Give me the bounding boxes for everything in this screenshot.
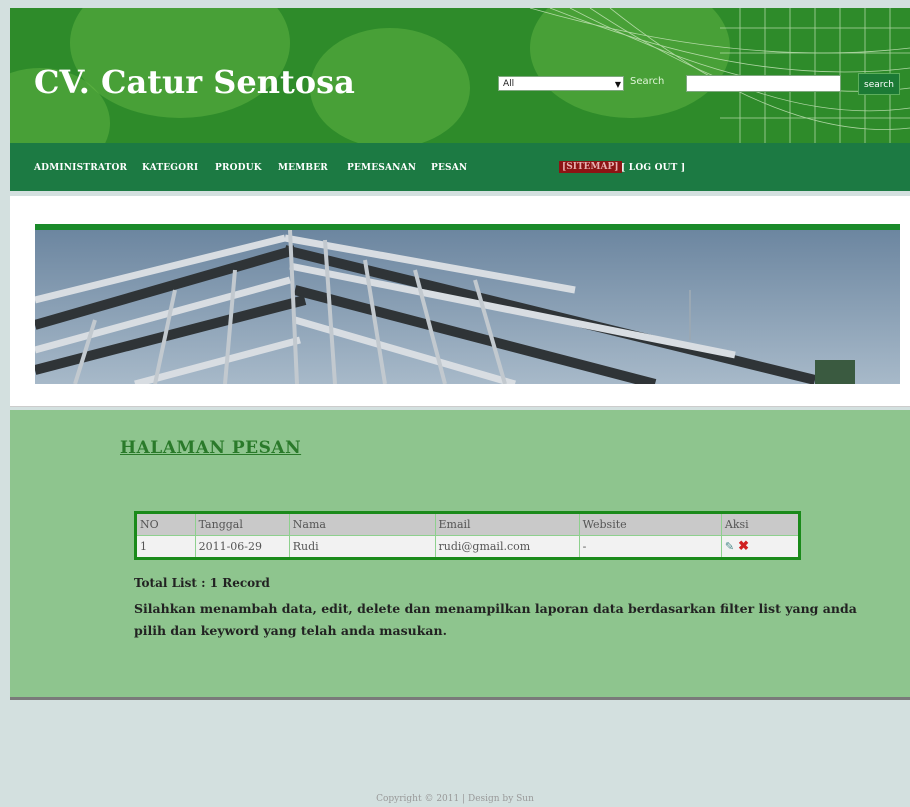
cell-aksi: ✎ ✖: [720, 535, 801, 559]
page-title: HALAMAN PESAN: [120, 438, 302, 458]
banner-image: [35, 230, 900, 384]
cell-tanggal: 2011-06-29: [194, 535, 290, 559]
nav-item-pemesanan[interactable]: PEMESANAN: [347, 163, 416, 173]
cell-website: -: [578, 535, 722, 559]
column-header-nama: Nama: [288, 512, 436, 536]
nav-item-kategori[interactable]: KATEGORI: [142, 163, 198, 173]
cell-no: 1: [135, 535, 196, 559]
table-row: 1 2011-06-29 Rudi rudi@gmail.com - ✎ ✖: [135, 535, 801, 559]
nav-item-sitemap[interactable]: [SITEMAP]: [559, 161, 622, 173]
cell-nama: Rudi: [288, 535, 436, 559]
banner-section: [10, 196, 910, 407]
search-category-select[interactable]: All ▼: [498, 76, 624, 91]
chevron-down-icon: ▼: [614, 80, 621, 89]
main-nav: ADMINISTRATOR KATEGORI PRODUK MEMBER PEM…: [10, 143, 910, 191]
column-header-tanggal: Tanggal: [194, 512, 290, 536]
column-header-aksi: Aksi: [720, 512, 801, 536]
column-header-website: Website: [578, 512, 722, 536]
footer-copyright: Copyright © 2011 | Design by Sun: [376, 794, 534, 804]
search-input[interactable]: [686, 75, 841, 92]
site-header: CV. Catur Sentosa All ▼ Search search: [10, 8, 910, 143]
site-title: CV. Catur Sentosa: [34, 63, 355, 101]
cell-email: rudi@gmail.com: [434, 535, 580, 559]
table-header-row: NO Tanggal Nama Email Website Aksi: [135, 512, 801, 536]
nav-item-administrator[interactable]: ADMINISTRATOR: [34, 163, 127, 173]
column-header-no: NO: [135, 512, 196, 536]
content-area: HALAMAN PESAN NO Tanggal Nama Email Webs…: [10, 410, 910, 700]
nav-item-member[interactable]: MEMBER: [278, 163, 328, 173]
nav-item-produk[interactable]: PRODUK: [215, 163, 262, 173]
column-header-email: Email: [434, 512, 580, 536]
total-records: Total List : 1 Record: [134, 576, 270, 590]
nav-item-pesan[interactable]: PESAN: [431, 163, 467, 173]
search-label: Search: [630, 76, 665, 87]
messages-table: NO Tanggal Nama Email Website Aksi 1 201…: [134, 511, 801, 560]
delete-icon[interactable]: ✖: [738, 539, 749, 554]
search-select-value: All: [503, 79, 515, 89]
search-button[interactable]: search: [858, 73, 900, 95]
edit-icon[interactable]: ✎: [725, 540, 734, 553]
nav-item-logout[interactable]: [ LOG OUT ]: [621, 163, 685, 173]
info-text: Silahkan menambah data, edit, delete dan…: [134, 601, 857, 638]
